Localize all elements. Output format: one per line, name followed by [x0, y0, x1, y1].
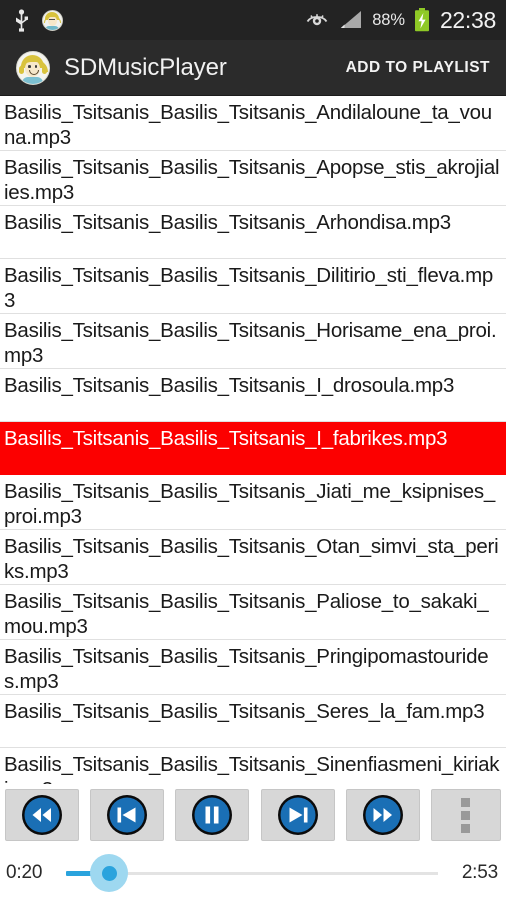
next-track-icon [277, 795, 318, 835]
track-list-item[interactable]: Basilis_Tsitsanis_Basilis_Tsitsanis_Otan… [0, 530, 506, 585]
track-list-item[interactable]: Basilis_Tsitsanis_Basilis_Tsitsanis_Arho… [0, 206, 506, 259]
previous-track-icon [107, 795, 148, 835]
track-name-label: Basilis_Tsitsanis_Basilis_Tsitsanis_I_fa… [4, 427, 448, 450]
fast-forward-icon [362, 795, 403, 835]
track-name-label: Basilis_Tsitsanis_Basilis_Tsitsanis_Dili… [4, 264, 494, 312]
usb-icon [14, 8, 29, 32]
track-name-label: Basilis_Tsitsanis_Basilis_Tsitsanis_Sine… [4, 753, 500, 784]
track-list-item[interactable]: Basilis_Tsitsanis_Basilis_Tsitsanis_I_fa… [0, 422, 506, 475]
pause-button[interactable] [175, 789, 250, 841]
status-bar-right-icons: 88% 22:38 [306, 8, 496, 32]
fast-forward-button[interactable] [345, 789, 420, 841]
track-list-item[interactable]: Basilis_Tsitsanis_Basilis_Tsitsanis_I_dr… [0, 369, 506, 422]
next-track-button[interactable] [260, 789, 335, 841]
track-list-item[interactable]: Basilis_Tsitsanis_Basilis_Tsitsanis_Apop… [0, 151, 506, 206]
seek-slider[interactable] [66, 853, 438, 893]
signal-icon [337, 10, 363, 30]
rewind-icon [22, 795, 62, 835]
app-title: SDMusicPlayer [64, 53, 227, 81]
app-logo-icon [16, 50, 50, 85]
track-list-item[interactable]: Basilis_Tsitsanis_Basilis_Tsitsanis_Hori… [0, 314, 506, 369]
add-to-playlist-button[interactable]: ADD TO PLAYLIST [344, 53, 492, 83]
track-name-label: Basilis_Tsitsanis_Basilis_Tsitsanis_Pali… [4, 590, 489, 638]
app-root: 88% 22:38 SDMusicPlayer ADD TO PLAYLIST … [0, 0, 506, 900]
track-list-item[interactable]: Basilis_Tsitsanis_Basilis_Tsitsanis_Sere… [0, 695, 506, 748]
status-bar: 88% 22:38 [0, 0, 506, 40]
track-list-item[interactable]: Basilis_Tsitsanis_Basilis_Tsitsanis_Pali… [0, 585, 506, 640]
track-name-label: Basilis_Tsitsanis_Basilis_Tsitsanis_Otan… [4, 535, 499, 583]
overflow-menu-button[interactable] [430, 789, 501, 841]
track-name-label: Basilis_Tsitsanis_Basilis_Tsitsanis_Hori… [4, 319, 497, 367]
previous-track-button[interactable] [90, 789, 165, 841]
track-name-label: Basilis_Tsitsanis_Basilis_Tsitsanis_Arho… [4, 211, 451, 234]
track-list-item[interactable]: Basilis_Tsitsanis_Basilis_Tsitsanis_Jiat… [0, 475, 506, 530]
track-list[interactable]: Basilis_Tsitsanis_Basilis_Tsitsanis_Andi… [0, 96, 506, 784]
playback-controls [0, 784, 506, 846]
track-list-item[interactable]: Basilis_Tsitsanis_Basilis_Tsitsanis_Prin… [0, 640, 506, 695]
status-bar-left-icons [14, 8, 63, 32]
total-time-label: 2:53 [461, 862, 498, 883]
track-name-label: Basilis_Tsitsanis_Basilis_Tsitsanis_Prin… [4, 645, 489, 693]
seek-thumb[interactable] [101, 865, 117, 881]
track-name-label: Basilis_Tsitsanis_Basilis_Tsitsanis_Andi… [4, 101, 492, 149]
track-list-item[interactable]: Basilis_Tsitsanis_Basilis_Tsitsanis_Andi… [0, 96, 506, 151]
track-list-item[interactable]: Basilis_Tsitsanis_Basilis_Tsitsanis_Dili… [0, 259, 506, 314]
eye-icon [306, 12, 328, 28]
overflow-menu-icon [461, 797, 471, 807]
battery-charging-icon [414, 8, 430, 32]
seek-bar: 0:20 2:53 [0, 846, 506, 900]
rewind-button[interactable] [5, 789, 79, 841]
track-name-label: Basilis_Tsitsanis_Basilis_Tsitsanis_I_dr… [4, 374, 455, 397]
track-name-label: Basilis_Tsitsanis_Basilis_Tsitsanis_Sere… [4, 700, 485, 723]
track-name-label: Basilis_Tsitsanis_Basilis_Tsitsanis_Apop… [4, 156, 500, 204]
battery-percent-label: 88% [372, 10, 405, 29]
pause-icon [192, 795, 233, 835]
app-notification-avatar-icon [42, 9, 63, 31]
action-bar: SDMusicPlayer ADD TO PLAYLIST [0, 40, 506, 96]
elapsed-time-label: 0:20 [6, 862, 43, 883]
track-name-label: Basilis_Tsitsanis_Basilis_Tsitsanis_Jiat… [4, 480, 495, 528]
overflow-menu-icon [461, 823, 471, 833]
track-list-item[interactable]: Basilis_Tsitsanis_Basilis_Tsitsanis_Sine… [0, 748, 506, 784]
status-bar-clock: 22:38 [439, 6, 496, 33]
overflow-menu-icon [461, 810, 471, 820]
